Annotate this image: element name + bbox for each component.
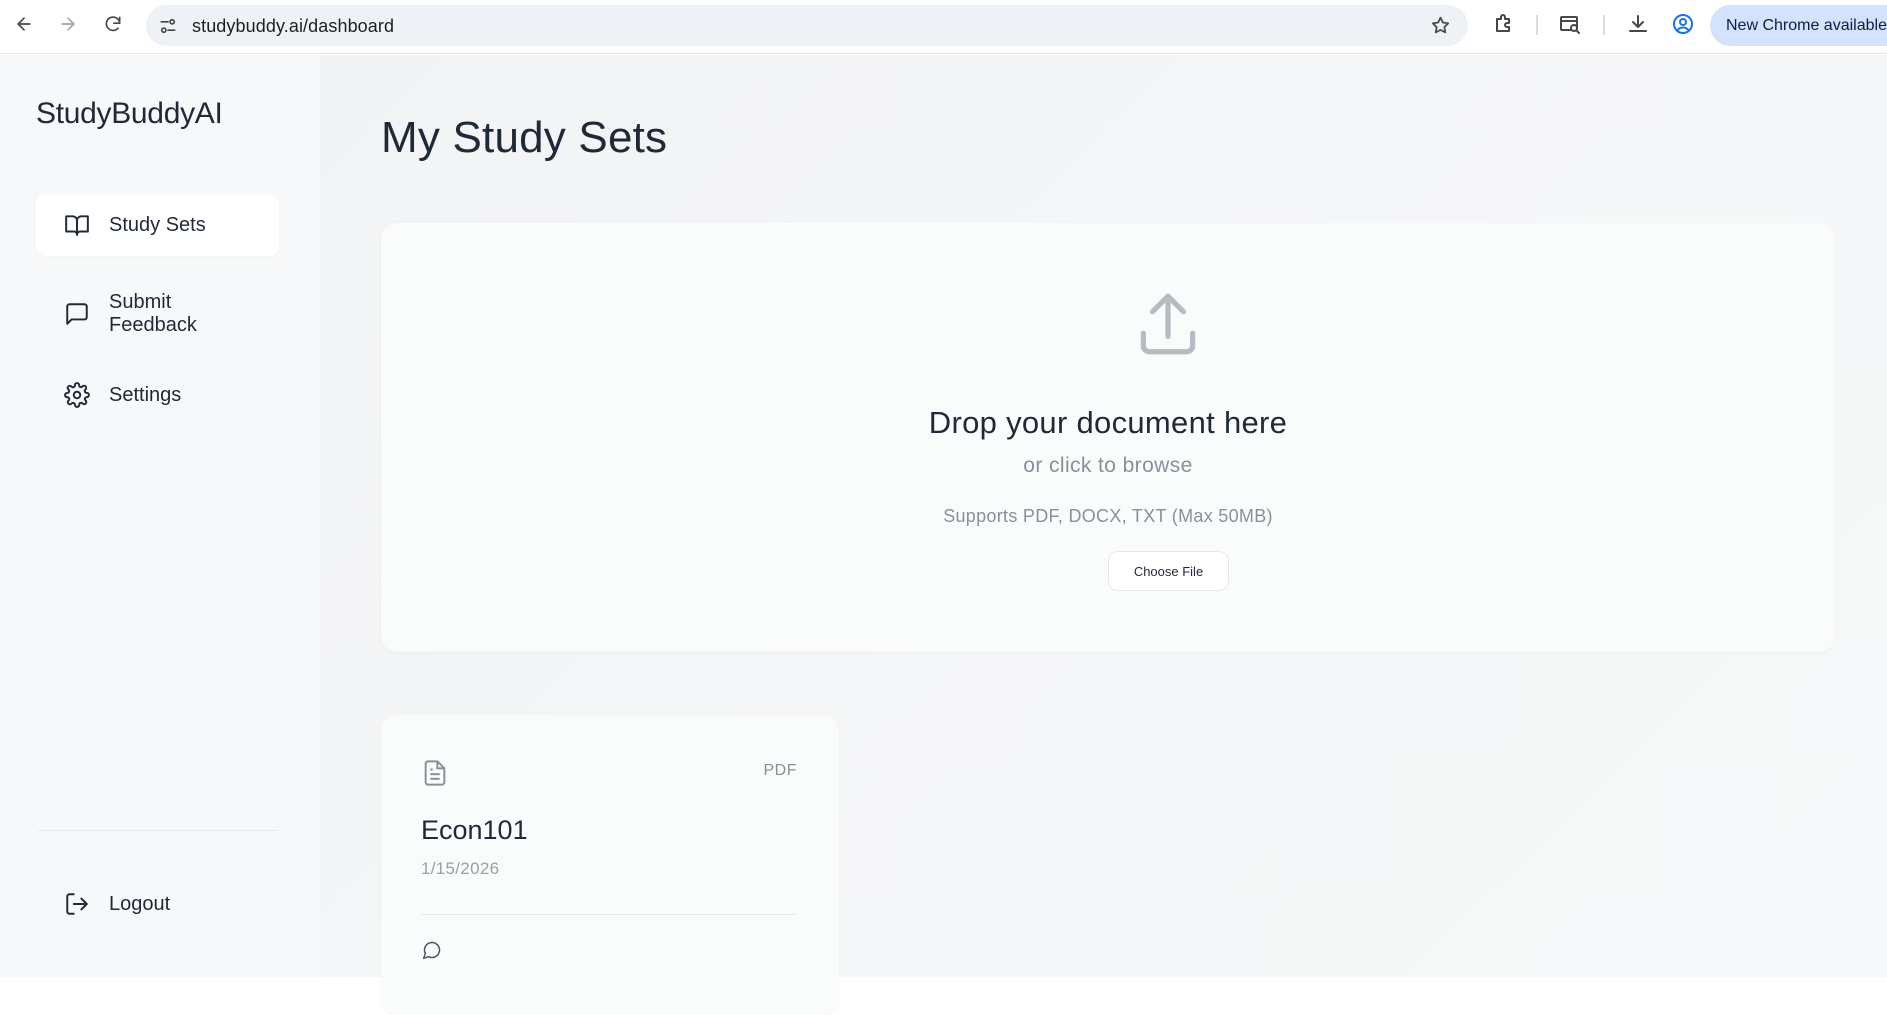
site-info-icon[interactable] [158, 16, 178, 36]
download-icon[interactable] [1626, 12, 1650, 36]
message-square-icon [66, 303, 88, 325]
chat-bubble-icon[interactable] [422, 940, 442, 960]
sidebar-item-label: Settings [109, 383, 182, 406]
study-set-date: 1/15/2026 [421, 859, 500, 878]
logout-button[interactable]: Logout [36, 873, 279, 935]
sidebar-item-study-sets[interactable]: Study Sets [36, 194, 279, 256]
url-text[interactable]: studybuddy.ai/dashboard [192, 16, 394, 37]
back-button[interactable] [11, 11, 37, 37]
arrow-right-icon [61, 17, 75, 31]
profile-icon[interactable] [1671, 12, 1695, 36]
book-open-icon [65, 215, 89, 236]
dropzone-title: Drop your document here [928, 405, 1288, 440]
reload-button[interactable] [100, 11, 126, 37]
sidebar-divider [38, 830, 278, 831]
main-content: My Study Sets Drop your document here or… [320, 55, 1887, 1015]
upload-icon [1140, 293, 1196, 355]
address-bar[interactable]: studybuddy.ai/dashboard [146, 5, 1468, 46]
bookmark-star-icon[interactable] [1430, 15, 1451, 36]
extensions-icon[interactable] [1492, 12, 1516, 36]
upload-dropzone[interactable]: Drop your document here or click to brow… [381, 223, 1835, 652]
browser-toolbar: studybuddy.ai/dashboard New Chrome avail… [0, 0, 1887, 54]
toolbar-separator [1603, 15, 1605, 35]
brand-logo[interactable]: StudyBuddyAI [36, 97, 223, 131]
logout-icon [66, 893, 88, 915]
forward-button[interactable] [55, 11, 81, 37]
study-set-title[interactable]: Econ101 [421, 815, 528, 846]
sidebar: StudyBuddyAI Study Sets Submit Feedback … [0, 55, 320, 977]
study-set-card[interactable]: PDF Econ101 1/15/2026 [381, 715, 839, 1015]
file-type-badge: PDF [763, 762, 797, 779]
toolbar-separator [1536, 15, 1538, 35]
sidebar-item-label: Study Sets [109, 213, 206, 236]
sidebar-item-settings[interactable]: Settings [36, 364, 279, 426]
dropzone-subtitle: or click to browse [1023, 454, 1193, 477]
page-title: My Study Sets [381, 113, 668, 162]
choose-file-button[interactable]: Choose File [1108, 551, 1229, 591]
arrow-left-icon [17, 17, 31, 31]
reload-icon [105, 16, 121, 32]
card-divider [421, 914, 797, 915]
supported-formats-text: Supports PDF, DOCX, TXT (Max 50MB) [943, 506, 1273, 526]
gear-icon [64, 382, 90, 408]
new-chrome-available-button[interactable]: New Chrome available [1710, 5, 1887, 46]
sidebar-item-label: Submit Feedback [109, 291, 197, 336]
document-icon [424, 760, 446, 786]
logout-label: Logout [109, 892, 171, 915]
sidebar-item-submit-feedback[interactable]: Submit Feedback [36, 278, 279, 350]
tab-search-icon[interactable] [1558, 12, 1582, 36]
